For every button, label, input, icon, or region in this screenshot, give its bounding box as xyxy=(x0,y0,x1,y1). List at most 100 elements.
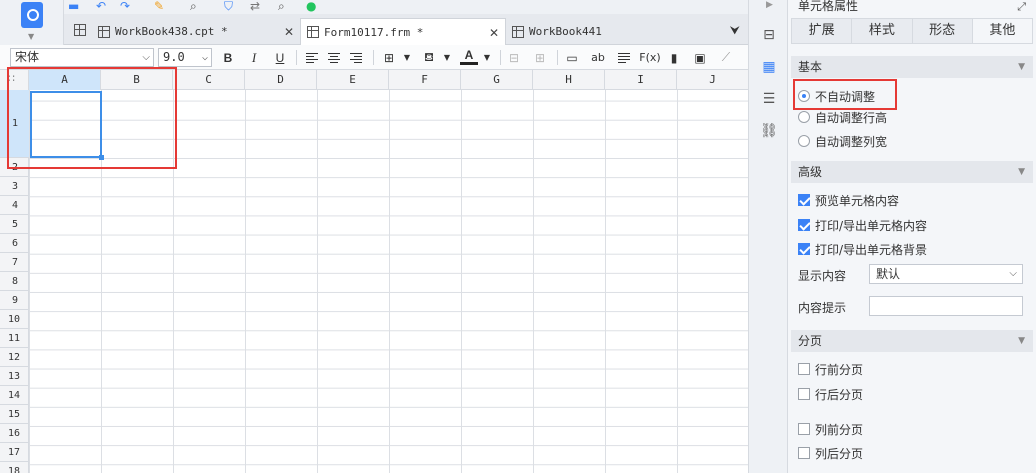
tab-form10117[interactable]: Form10117.frm * ✕ xyxy=(300,18,506,45)
checkbox-print-background[interactable]: 打印/导出单元格背景 xyxy=(798,240,927,258)
tab-form[interactable]: 形态 xyxy=(913,19,973,43)
row-header[interactable]: 9 xyxy=(0,291,29,310)
align-right-button[interactable] xyxy=(347,48,365,67)
bug-icon[interactable]: ⛉ xyxy=(224,0,233,12)
row-header[interactable]: 16 xyxy=(0,424,29,443)
row-header[interactable]: 12 xyxy=(0,348,29,367)
bold-button[interactable]: B xyxy=(219,48,237,67)
column-header-f[interactable]: F xyxy=(389,70,461,90)
section-basic-header[interactable]: 基本 ▼ xyxy=(791,56,1033,78)
play-arrow-icon[interactable]: ▶ xyxy=(766,0,773,10)
hyperlink-icon[interactable]: ⛓ xyxy=(760,122,778,140)
chevron-down-icon[interactable]: ▼ xyxy=(28,32,34,41)
pin-icon[interactable]: ⤢ xyxy=(1017,0,1026,14)
check-icon[interactable]: ● xyxy=(306,0,316,12)
cell-grid[interactable] xyxy=(29,90,748,473)
column-header-b[interactable]: B xyxy=(101,70,173,90)
column-header-h[interactable]: H xyxy=(533,70,605,90)
close-icon[interactable]: ✕ xyxy=(284,25,294,39)
fill-color-button[interactable]: ⛾ xyxy=(420,48,438,67)
slash-button[interactable]: ⟋ xyxy=(717,48,735,67)
border-dropdown[interactable]: ▼ xyxy=(398,48,416,67)
underline-button[interactable]: U xyxy=(271,48,289,67)
brush-icon[interactable]: ✎ xyxy=(154,0,164,12)
row-header[interactable]: 8 xyxy=(0,272,29,291)
row-header[interactable]: 3 xyxy=(0,177,29,196)
radio-no-auto-adjust[interactable]: 不自动调整 xyxy=(798,87,875,105)
row-header[interactable]: 14 xyxy=(0,386,29,405)
image-button[interactable]: ▣ xyxy=(691,48,709,67)
checkbox-page-break-after-column[interactable]: 列后分页 xyxy=(798,444,863,462)
font-color-dropdown[interactable]: ▼ xyxy=(478,48,496,67)
save-icon[interactable]: ▬ xyxy=(68,0,79,12)
divider xyxy=(296,50,297,65)
redo-icon[interactable]: ↷ xyxy=(120,0,130,12)
grid-icon[interactable] xyxy=(74,24,86,36)
tab-workbook441[interactable]: WorkBook441 xyxy=(506,18,714,45)
checkbox-page-break-before-column[interactable]: 列前分页 xyxy=(798,420,863,438)
row-header[interactable]: 2 xyxy=(0,158,29,177)
checkbox-page-break-after-row[interactable]: 行后分页 xyxy=(798,385,863,403)
column-header-a[interactable]: A xyxy=(29,70,101,90)
chart-button[interactable]: ▮ xyxy=(665,48,683,67)
merge-cells-button: ⊟ xyxy=(505,48,523,67)
column-header-c[interactable]: C xyxy=(173,70,245,90)
row-header[interactable]: 11 xyxy=(0,329,29,348)
selected-cell-a1[interactable] xyxy=(30,91,104,160)
cell-element-icon[interactable]: ⊟ xyxy=(760,26,778,44)
rich-text-button[interactable] xyxy=(615,48,633,67)
font-family-select[interactable]: 宋体 ⌵ xyxy=(10,48,154,67)
row-header[interactable]: 15 xyxy=(0,405,29,424)
radio-auto-row-height[interactable]: 自动调整行高 xyxy=(798,108,887,126)
switch-icon[interactable]: ⇄ xyxy=(250,0,260,12)
preview-icon[interactable] xyxy=(21,2,43,28)
tab-expand[interactable]: 扩展 xyxy=(792,19,853,43)
align-center-button[interactable] xyxy=(325,48,343,67)
select-all-corner[interactable] xyxy=(0,70,29,90)
tab-menu-icon[interactable]: ⮟ xyxy=(730,23,740,38)
section-advanced-header[interactable]: 高级 ▼ xyxy=(791,161,1033,183)
column-header-g[interactable]: G xyxy=(461,70,533,90)
tab-style[interactable]: 样式 xyxy=(852,19,913,43)
preview-search-icon[interactable]: ⌕ xyxy=(190,0,197,12)
align-left-button[interactable] xyxy=(303,48,321,67)
cell-properties-icon[interactable]: ▦ xyxy=(760,58,778,76)
insert-field-button[interactable]: ▭ xyxy=(563,48,581,67)
fill-color-dropdown[interactable]: ▼ xyxy=(438,48,456,67)
search-doc-icon[interactable]: ⌕ xyxy=(278,0,285,12)
undo-icon[interactable]: ↶ xyxy=(96,0,106,12)
display-content-select[interactable]: 默认 ⌵ xyxy=(869,264,1023,284)
checkbox-preview-content[interactable]: 预览单元格内容 xyxy=(798,191,899,209)
row-header[interactable]: 6 xyxy=(0,234,29,253)
row-header[interactable]: 17 xyxy=(0,443,29,462)
section-pagination-header[interactable]: 分页 ▼ xyxy=(791,330,1033,352)
row-header[interactable]: 1 xyxy=(0,90,29,158)
row-header[interactable]: 18 xyxy=(0,462,29,473)
merge-icon: ⊟ xyxy=(508,50,520,65)
font-color-button[interactable]: A xyxy=(460,48,478,65)
close-icon[interactable]: ✕ xyxy=(489,26,499,40)
column-header-e[interactable]: E xyxy=(317,70,389,90)
border-button[interactable]: ⊞ xyxy=(380,48,398,67)
column-header-i[interactable]: I xyxy=(605,70,677,90)
checkbox-label: 预览单元格内容 xyxy=(815,193,900,208)
font-size-select[interactable]: 9.0 ⌵ xyxy=(158,48,212,67)
column-header-d[interactable]: D xyxy=(245,70,317,90)
italic-button[interactable]: I xyxy=(245,48,263,67)
row-header[interactable]: 7 xyxy=(0,253,29,272)
row-header[interactable]: 5 xyxy=(0,215,29,234)
tab-other[interactable]: 其他 xyxy=(972,19,1032,43)
radio-auto-column-width[interactable]: 自动调整列宽 xyxy=(798,132,887,150)
condition-icon[interactable]: ☰ xyxy=(760,90,778,108)
row-header[interactable]: 10 xyxy=(0,310,29,329)
column-header-j[interactable]: J xyxy=(677,70,748,90)
tab-workbook438[interactable]: WorkBook438.cpt * ✕ xyxy=(92,18,300,45)
row-header[interactable]: 13 xyxy=(0,367,29,386)
row-header[interactable]: 4 xyxy=(0,196,29,215)
checkbox-print-content[interactable]: 打印/导出单元格内容 xyxy=(798,216,927,234)
formula-button[interactable]: F(x) xyxy=(639,48,661,67)
chevron-down-icon: ▼ xyxy=(483,53,491,62)
checkbox-page-break-before-row[interactable]: 行前分页 xyxy=(798,360,863,378)
content-tip-input[interactable] xyxy=(869,296,1023,316)
text-tool-button[interactable]: ab xyxy=(589,48,607,67)
